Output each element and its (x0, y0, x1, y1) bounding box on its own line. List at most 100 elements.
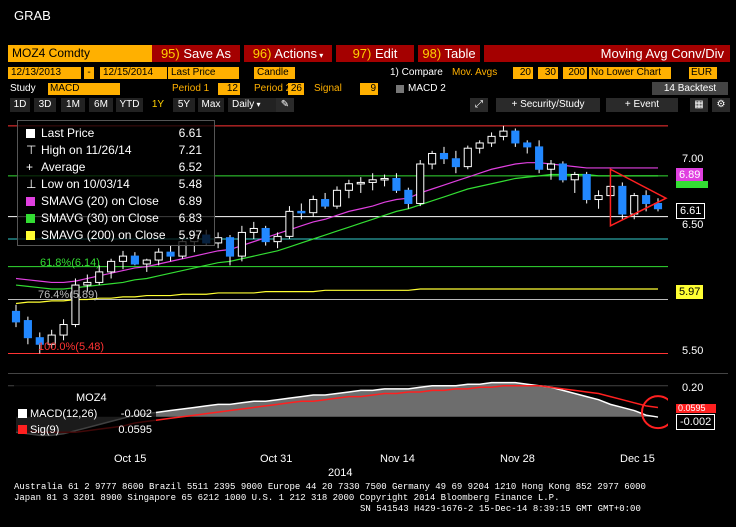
chart-type-select[interactable]: Candle (254, 67, 295, 79)
tab-1m[interactable]: 1M (61, 98, 85, 112)
actions-label: Actions (274, 46, 318, 61)
candle-body (118, 255, 128, 262)
candle-body (285, 210, 294, 237)
plus-icon: + (511, 99, 521, 110)
candle-body (439, 152, 449, 160)
ma3-field[interactable]: 200 (563, 67, 587, 79)
candle-body (309, 199, 318, 214)
signal-label: Signal (314, 83, 342, 94)
currency-select[interactable]: EUR (689, 67, 717, 79)
period1-label: Period 1 (172, 83, 210, 94)
ma1-field[interactable]: 20 (513, 67, 533, 79)
macd2-checkbox[interactable] (396, 85, 404, 93)
macd-value-tag: -0.002 (676, 414, 716, 430)
frequency-dropdown-icon: ▾ (254, 100, 261, 109)
study-select[interactable]: MACD (48, 83, 120, 95)
legend-label: SMAVG (30) on Close (41, 211, 159, 225)
actions-button[interactable]: 96) Actions ▾ (244, 45, 332, 62)
x-axis-year: 2014 (328, 467, 353, 479)
footer-contacts-1: Australia 61 2 9777 8600 Brazil 5511 239… (14, 482, 646, 492)
average-marker-icon: + (26, 160, 34, 174)
x-tick-oct15: Oct 15 (114, 453, 147, 465)
legend-sma20: SMAVG (20) on Close 6.89 (26, 193, 208, 209)
date-range-dash: - (84, 67, 94, 79)
candle-body (344, 183, 353, 191)
macd-legend[interactable]: MOZ4 MACD(12,26) -0.002 Sig(9) 0.0595 (14, 382, 156, 440)
period2-label: Period 2 (254, 83, 292, 94)
signal-value-tag: 0.0595 (676, 404, 716, 413)
legend-label: SMAVG (20) on Close (41, 194, 159, 208)
candle-body (475, 142, 484, 149)
security-study-button[interactable]: + Security/Study (496, 98, 600, 112)
candle-body (380, 177, 389, 181)
event-button[interactable]: + Event (606, 98, 678, 112)
save-as-label: Save As (183, 46, 232, 61)
security-ticker-input[interactable]: MOZ4 Comdty (8, 45, 152, 62)
end-date-field[interactable]: 12/15/2014 (100, 67, 167, 79)
candle-body (332, 189, 342, 207)
edit-pencil-icon[interactable]: ✎ (276, 98, 294, 112)
lower-chart-select[interactable]: No Lower Chart (589, 67, 671, 79)
actions-num: 96) (252, 46, 272, 61)
tab-max[interactable]: Max (198, 98, 224, 112)
tab-5y[interactable]: 5Y (173, 98, 195, 112)
candle-body (523, 142, 532, 148)
period1-field[interactable]: 12 (218, 83, 240, 95)
macd-label: MACD(12,26) (30, 408, 98, 420)
signal-field[interactable]: 9 (360, 83, 378, 95)
tab-3d[interactable]: 3D (34, 98, 56, 112)
field-select[interactable]: Last Price (168, 67, 239, 79)
chart-icon[interactable]: ▦ (690, 98, 708, 112)
tab-ytd[interactable]: YTD (116, 98, 143, 112)
candle-body (368, 179, 377, 183)
footer-timestamp: SN 541543 H429-1676-2 15-Dec-14 8:39:15 … (360, 504, 641, 514)
candle-body (404, 189, 413, 204)
sma30-price-tag (676, 181, 708, 188)
legend-last-price: Last Price 6.61 (26, 125, 208, 141)
candle-body (214, 237, 223, 244)
edit-num: 97) (352, 46, 372, 61)
sma200-price-tag: 5.97 (676, 285, 704, 299)
save-as-button[interactable]: 95) Save As (152, 45, 240, 62)
last-price-tag: 6.61 (676, 203, 706, 219)
ma2-field[interactable]: 30 (538, 67, 558, 79)
sig-label: Sig(9) (30, 424, 60, 436)
macd2-label: MACD 2 (408, 83, 446, 94)
legend-value: 5.48 (178, 177, 202, 191)
candle-body (451, 158, 460, 168)
candle-body (59, 324, 68, 336)
period2-field[interactable]: 26 (288, 83, 304, 95)
frequency-select[interactable]: Daily ▾ (228, 98, 276, 112)
candle-body (487, 135, 496, 144)
tab-6m[interactable]: 6M (89, 98, 113, 112)
candle-body (535, 146, 544, 170)
tab-1y[interactable]: 1Y (146, 98, 170, 112)
candle-body (428, 152, 437, 165)
tab-1d[interactable]: 1D (10, 98, 30, 112)
sig-value: 0.0595 (118, 424, 152, 436)
edit-button[interactable]: 97) Edit (336, 45, 414, 62)
candle-body (107, 260, 116, 273)
actions-dropdown-icon: ▾ (317, 51, 324, 60)
legend-swatch-icon (18, 425, 27, 434)
candle-body (582, 174, 591, 201)
legend-sma30: SMAVG (30) on Close 6.83 (26, 210, 208, 226)
table-button[interactable]: 98) Table (418, 45, 480, 62)
collapse-icon[interactable]: ⤢ (470, 98, 488, 112)
legend-value: 6.61 (178, 126, 202, 140)
compare-link[interactable]: 1) Compare (390, 67, 443, 79)
backtest-button[interactable]: 14 Backtest (652, 82, 728, 95)
candle-body (594, 195, 603, 201)
candle-body (618, 185, 627, 215)
settings-gear-icon[interactable]: ⚙ (712, 98, 730, 112)
candle-body (463, 147, 472, 168)
sma200-line (15, 288, 658, 305)
legend-swatch-icon (26, 197, 35, 206)
candle-body (570, 174, 579, 181)
chart-legend[interactable]: Last Price 6.61 ⊤ High on 11/26/14 7.21 + Av… (17, 120, 215, 246)
y-tick-5-50: 5.50 (682, 345, 704, 357)
start-date-field[interactable]: 12/13/2013 (8, 67, 81, 79)
legend-average: + Average 6.52 (26, 159, 208, 175)
legend-value: 5.97 (178, 228, 202, 242)
footer-contacts-2: Japan 81 3 3201 8900 Singapore 65 6212 1… (14, 493, 560, 503)
